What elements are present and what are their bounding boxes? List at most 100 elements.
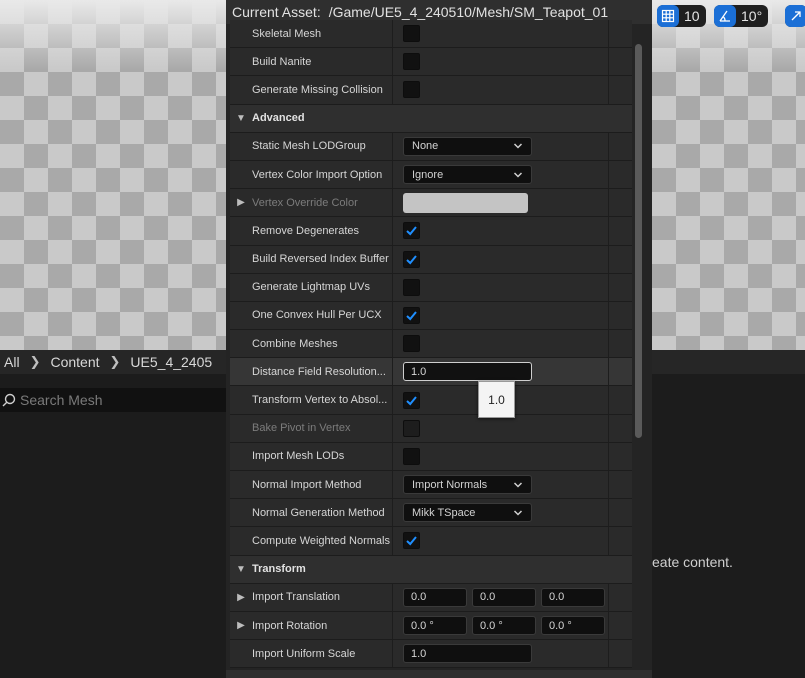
scale-snap-toggle[interactable] xyxy=(785,5,805,27)
expand-arrow-icon[interactable]: ▼ xyxy=(230,113,252,124)
checkbox[interactable] xyxy=(403,278,420,296)
column-divider[interactable] xyxy=(392,640,393,668)
column-divider[interactable] xyxy=(392,76,393,104)
column-divider[interactable] xyxy=(392,48,393,76)
column-divider[interactable] xyxy=(392,132,393,160)
breadcrumb-folder[interactable]: UE5_4_2405 xyxy=(130,354,212,370)
property-row-normal-generation-method: Normal Generation Method Mikk TSpace xyxy=(230,499,632,528)
property-label: Import Translation xyxy=(252,591,341,604)
property-row-combine-meshes: Combine Meshes xyxy=(230,330,632,359)
property-row-import-rotation: ▶ Import Rotation 0.0 ° 0.0 ° 0.0 ° xyxy=(230,611,632,641)
property-label: Import Rotation xyxy=(252,619,328,632)
z-component-field[interactable]: 0.0 xyxy=(541,587,605,607)
column-divider[interactable] xyxy=(392,160,393,189)
property-value: 1.0 xyxy=(403,640,532,667)
checkmark-icon xyxy=(406,254,417,265)
dropdown[interactable]: Import Normals xyxy=(403,475,532,495)
checkbox[interactable] xyxy=(403,222,420,240)
checkbox[interactable] xyxy=(403,81,420,99)
column-divider[interactable] xyxy=(392,611,393,640)
property-value xyxy=(403,527,420,554)
column-divider[interactable] xyxy=(392,499,393,527)
reset-column-divider xyxy=(608,499,609,527)
number-field[interactable]: 1.0 xyxy=(403,644,532,664)
reset-column-divider xyxy=(608,527,609,555)
dropdown[interactable]: Ignore xyxy=(403,165,532,185)
property-value: 0.0 0.0 0.0 xyxy=(403,584,605,611)
rotation-snap-value[interactable]: 10° xyxy=(736,8,768,24)
breadcrumb-all[interactable]: All xyxy=(4,354,20,370)
checkbox[interactable] xyxy=(403,53,420,71)
collapse-arrow-icon[interactable]: ▶ xyxy=(230,620,252,631)
column-divider[interactable] xyxy=(392,471,393,499)
property-label: Remove Degenerates xyxy=(252,224,360,237)
property-row-static-mesh-lodgroup: Static Mesh LODGroup None xyxy=(230,132,632,161)
reset-column-divider xyxy=(608,414,609,442)
property-row-build-reversed-index-buffer: Build Reversed Index Buffer xyxy=(230,245,632,274)
checkbox[interactable] xyxy=(403,25,420,43)
x-component-field[interactable]: 0.0 xyxy=(403,587,467,607)
property-label: Build Reversed Index Buffer xyxy=(252,253,389,266)
checkbox[interactable] xyxy=(403,447,420,465)
reset-column-divider xyxy=(608,583,609,611)
z-component-field[interactable]: 0.0 ° xyxy=(541,616,605,636)
property-label: Transform Vertex to Absol... xyxy=(252,394,388,407)
column-divider[interactable] xyxy=(392,245,393,273)
column-divider[interactable] xyxy=(392,217,393,245)
column-divider[interactable] xyxy=(392,583,393,611)
y-component-field[interactable]: 0.0 ° xyxy=(472,616,536,636)
column-divider[interactable] xyxy=(392,301,393,330)
property-label: Skeletal Mesh xyxy=(252,27,322,40)
property-value xyxy=(403,20,420,47)
checkbox[interactable] xyxy=(403,335,420,353)
search-placeholder: Search Mesh xyxy=(20,392,103,408)
reset-column-divider xyxy=(608,160,609,189)
column-divider[interactable] xyxy=(392,273,393,301)
checkbox[interactable] xyxy=(403,250,420,268)
property-label: Vertex Override Color xyxy=(252,196,358,209)
level-viewport-right[interactable] xyxy=(652,0,805,350)
search-input[interactable]: Search Mesh xyxy=(0,388,226,412)
column-divider[interactable] xyxy=(392,20,393,48)
expand-arrow-icon[interactable]: ▼ xyxy=(230,564,252,575)
checkbox[interactable] xyxy=(403,532,420,550)
property-label: Generate Lightmap UVs xyxy=(252,281,371,294)
level-viewport-left[interactable] xyxy=(0,0,226,350)
dropdown[interactable]: None xyxy=(403,136,532,156)
property-row-generate-lightmap-uvs: Generate Lightmap UVs xyxy=(230,273,632,302)
property-value xyxy=(403,415,420,442)
property-value: 0.0 ° 0.0 ° 0.0 ° xyxy=(403,612,605,639)
breadcrumb-content[interactable]: Content xyxy=(50,354,99,370)
property-label: Combine Meshes xyxy=(252,337,338,350)
column-divider[interactable] xyxy=(392,386,393,414)
column-divider[interactable] xyxy=(392,442,393,470)
grid-snap-toggle[interactable]: 10 xyxy=(657,5,706,27)
number-field[interactable]: 1.0 xyxy=(403,362,532,382)
property-row-vertex-override-color: ▶ Vertex Override Color xyxy=(230,189,632,218)
property-label: Normal Import Method xyxy=(252,478,362,491)
dropdown[interactable]: Mikk TSpace xyxy=(403,503,532,523)
collapse-arrow-icon[interactable]: ▶ xyxy=(230,592,252,603)
column-divider[interactable] xyxy=(392,414,393,442)
scrollbar[interactable] xyxy=(635,44,642,438)
rotation-snap-toggle[interactable]: 10° xyxy=(714,5,769,27)
y-component-field[interactable]: 0.0 xyxy=(472,587,536,607)
reset-column-divider xyxy=(608,245,609,273)
grid-snap-value[interactable]: 10 xyxy=(679,8,706,24)
category-transform[interactable]: ▼ Transform xyxy=(230,555,632,584)
color-swatch xyxy=(403,192,528,213)
category-advanced[interactable]: ▼ Advanced xyxy=(230,104,632,133)
fbx-import-options-dialog: Current Asset: /Game/UE5_4_240510/Mesh/S… xyxy=(226,0,652,678)
checkbox[interactable] xyxy=(403,306,420,324)
x-component-field[interactable]: 0.0 ° xyxy=(403,616,467,636)
editor-window: { "viewport": { "grid_snap_value": "10",… xyxy=(0,0,805,678)
column-divider[interactable] xyxy=(392,189,393,217)
checkbox[interactable] xyxy=(403,391,420,409)
column-divider[interactable] xyxy=(392,527,393,555)
collapse-arrow-icon[interactable]: ▶ xyxy=(230,197,252,208)
grid-icon xyxy=(657,5,679,27)
column-divider[interactable] xyxy=(392,358,393,386)
property-label: Generate Missing Collision xyxy=(252,83,383,96)
property-label: Import Uniform Scale xyxy=(252,647,356,660)
column-divider[interactable] xyxy=(392,330,393,358)
